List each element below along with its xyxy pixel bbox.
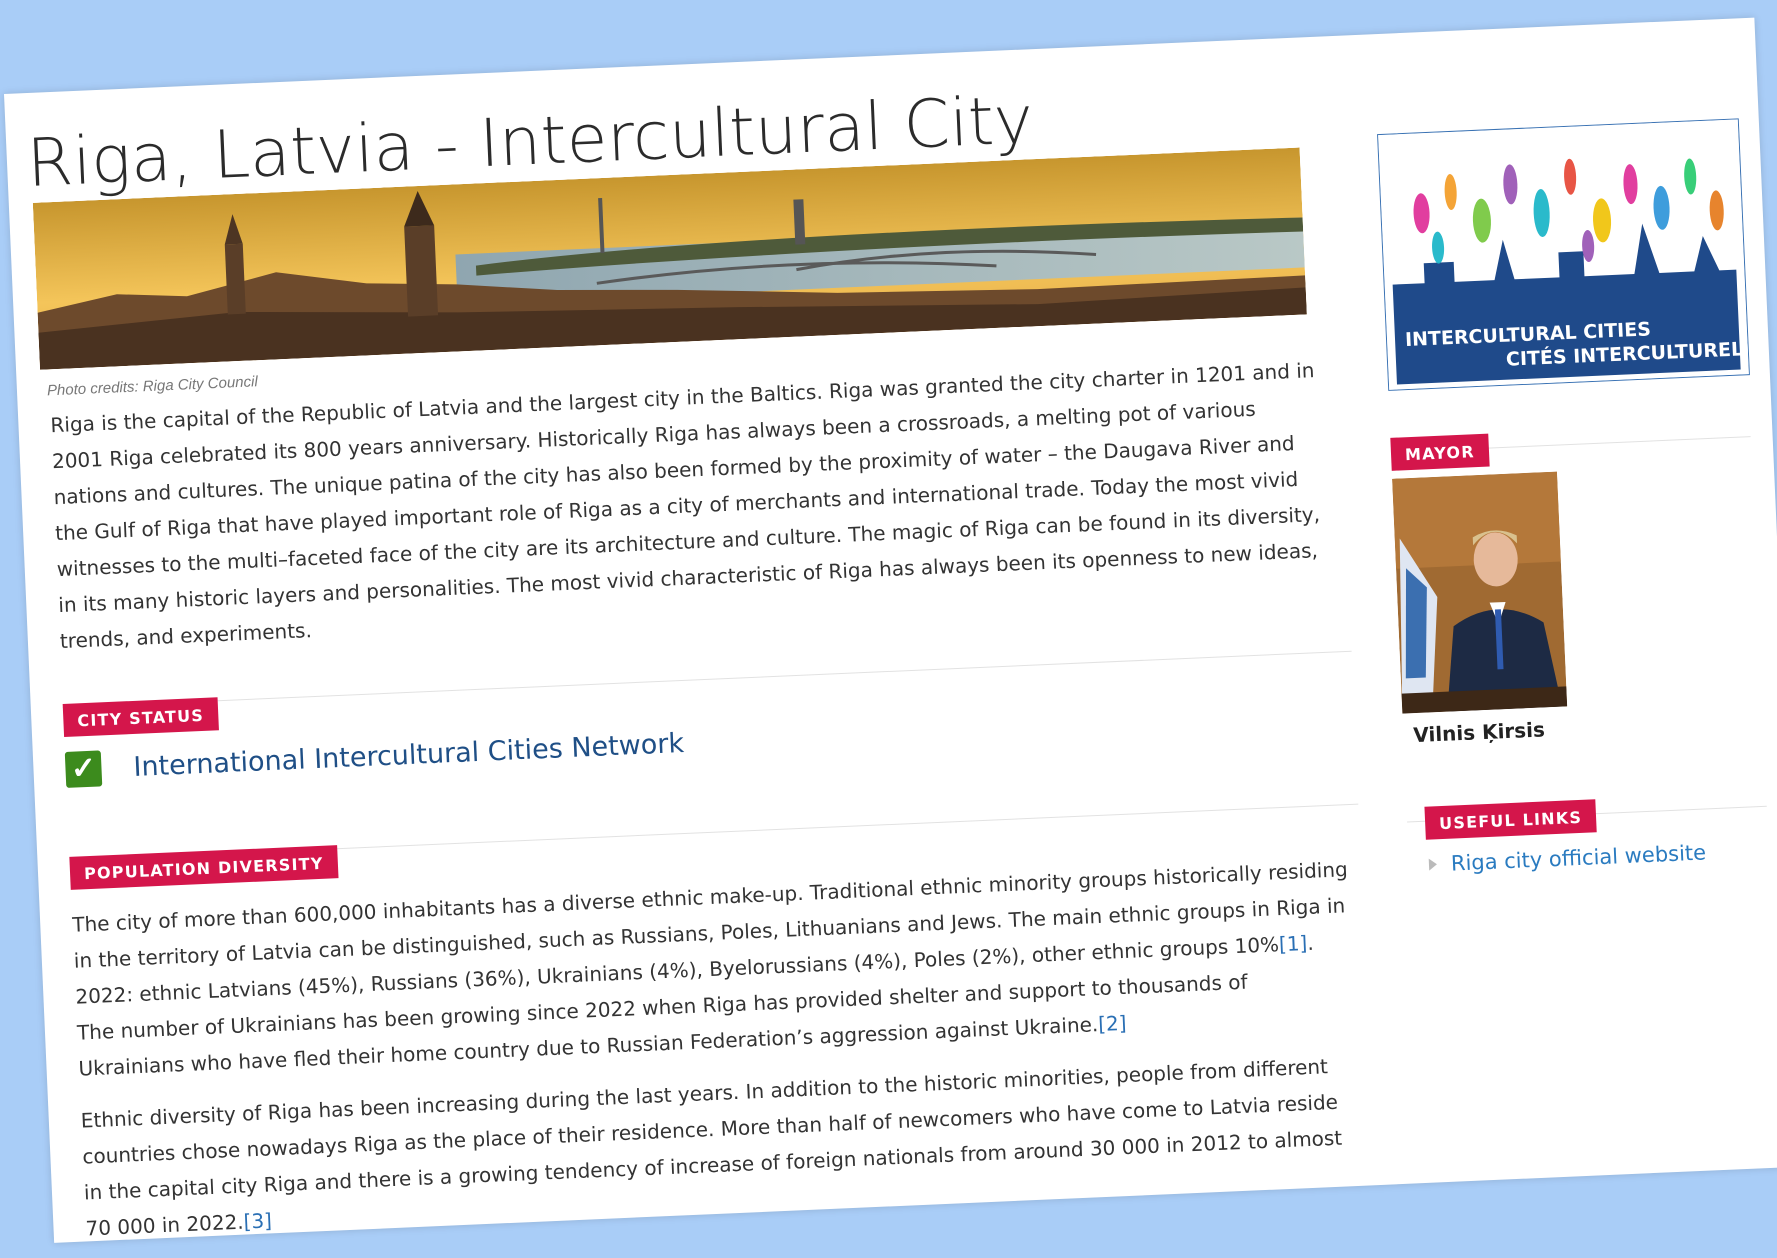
photo-credit: Photo credits: Riga City Council: [46, 373, 259, 400]
footnote-link-1[interactable]: [1]: [1278, 931, 1307, 956]
intercultural-cities-logo[interactable]: INTERCULTURAL CITIES CITÉS INTERCULTUREL…: [1377, 118, 1750, 391]
intro-paragraph: Riga is the capital of the Republic of L…: [49, 358, 1321, 654]
population-section: The city of more than 600,000 inhabitant…: [72, 851, 1366, 1243]
mayor-photo: [1392, 471, 1568, 714]
main-column: Riga, Latvia - Intercultural City Photo …: [24, 36, 1359, 1241]
useful-links-list: Riga city official website: [1428, 840, 1707, 876]
footnote-link-3[interactable]: [3]: [243, 1208, 272, 1233]
sidebar: INTERCULTURAL CITIES CITÉS INTERCULTUREL…: [1377, 118, 1767, 876]
check-icon: ✓: [64, 750, 103, 788]
city-status-heading: City Status: [62, 697, 219, 737]
network-link[interactable]: International Intercultural Cities Netwo…: [133, 727, 685, 782]
page-sheet: Riga, Latvia - Intercultural City Photo …: [4, 17, 1777, 1243]
triangle-bullet-icon: [1428, 858, 1438, 871]
riga-official-website-link[interactable]: Riga city official website: [1450, 840, 1706, 875]
city-status-row: ✓ International Intercultural Cities Net…: [64, 725, 685, 788]
footnote-link-2[interactable]: [2]: [1098, 1011, 1127, 1036]
mayor-name: Vilnis Ķirsis: [1412, 717, 1546, 748]
population-diversity-heading: Population Diversity: [69, 845, 339, 890]
population-paragraph-1: The city of more than 600,000 inhabitant…: [72, 851, 1359, 1087]
useful-links-heading: Useful links: [1424, 799, 1597, 840]
mayor-heading: Mayor: [1390, 433, 1490, 471]
divider: [62, 650, 1352, 709]
